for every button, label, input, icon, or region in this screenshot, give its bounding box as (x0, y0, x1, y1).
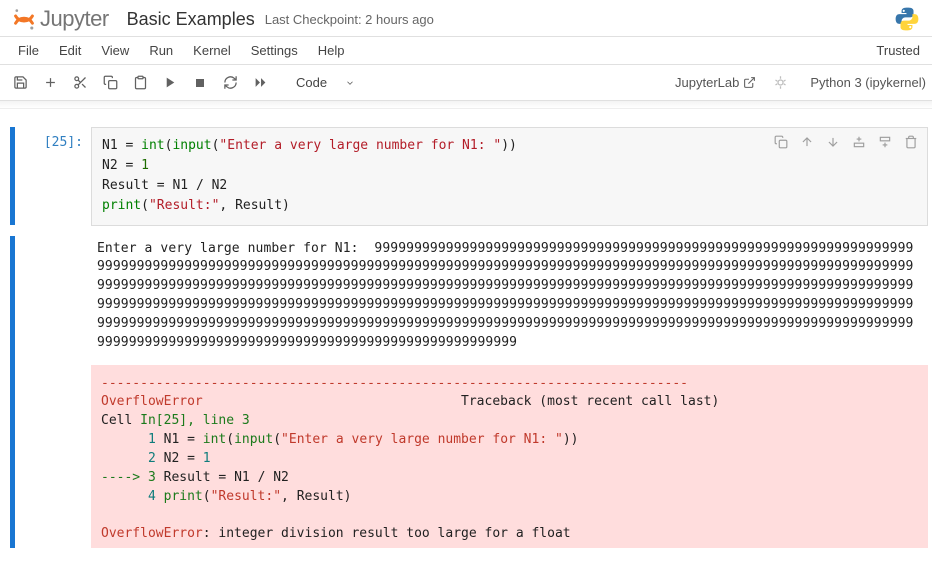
stdout-output: Enter a very large number for N1: 999999… (91, 236, 928, 365)
output-wrap: Enter a very large number for N1: 999999… (10, 236, 928, 549)
chevron-down-icon (345, 78, 355, 88)
error-output: ----------------------------------------… (91, 365, 928, 549)
menubar: File Edit View Run Kernel Settings Help … (0, 37, 932, 65)
cell-toolbar (773, 134, 919, 150)
celltype-select[interactable]: Code (282, 71, 365, 95)
checkpoint-text: Last Checkpoint: 2 hours ago (265, 12, 434, 27)
code-editor[interactable]: N1 = int(input("Enter a very large numbe… (91, 127, 928, 226)
jupyter-logo[interactable]: Jupyter (12, 6, 109, 32)
jupyterlab-label: JupyterLab (675, 75, 739, 90)
restart-run-all-button[interactable] (246, 70, 274, 96)
copy-button[interactable] (96, 70, 124, 96)
delete-cell-button[interactable] (903, 134, 919, 150)
header: Jupyter Basic Examples Last Checkpoint: … (0, 0, 932, 37)
notebook-title[interactable]: Basic Examples (127, 9, 255, 30)
header-right (894, 6, 920, 32)
insert-below-button[interactable] (877, 134, 893, 150)
kernel-name[interactable]: Python 3 (ipykernel) (810, 75, 926, 90)
duplicate-cell-button[interactable] (773, 134, 789, 150)
menu-help[interactable]: Help (308, 39, 355, 62)
open-jupyterlab-button[interactable]: JupyterLab (675, 75, 756, 90)
menu-kernel[interactable]: Kernel (183, 39, 241, 62)
python-icon (894, 6, 920, 32)
jupyter-icon (12, 7, 36, 31)
celltype-label: Code (296, 75, 327, 90)
toolbar: Code JupyterLab Python 3 (ipykernel) (0, 65, 932, 101)
stop-button[interactable] (186, 70, 214, 96)
move-up-button[interactable] (799, 134, 815, 150)
menu-settings[interactable]: Settings (241, 39, 308, 62)
debugger-button[interactable] (766, 70, 794, 96)
menu-file[interactable]: File (8, 39, 49, 62)
move-down-button[interactable] (825, 134, 841, 150)
cell-prompt: [25]: (21, 127, 91, 226)
menu-run[interactable]: Run (139, 39, 183, 62)
trusted-indicator[interactable]: Trusted (876, 43, 924, 58)
notebook-area: [25]: N1 = int(input("Enter a very large… (0, 109, 932, 548)
run-button[interactable] (156, 70, 184, 96)
code-cell[interactable]: [25]: N1 = int(input("Enter a very large… (10, 127, 928, 226)
paste-button[interactable] (126, 70, 154, 96)
output-bar (10, 236, 15, 549)
menu-view[interactable]: View (91, 39, 139, 62)
menu-edit[interactable]: Edit (49, 39, 91, 62)
restart-button[interactable] (216, 70, 244, 96)
cell-bar (10, 127, 15, 225)
jupyter-logo-text: Jupyter (40, 6, 109, 32)
cut-button[interactable] (66, 70, 94, 96)
add-cell-button[interactable] (36, 70, 64, 96)
toolbar-shadow (0, 101, 932, 109)
save-button[interactable] (6, 70, 34, 96)
insert-above-button[interactable] (851, 134, 867, 150)
external-link-icon (743, 76, 756, 89)
